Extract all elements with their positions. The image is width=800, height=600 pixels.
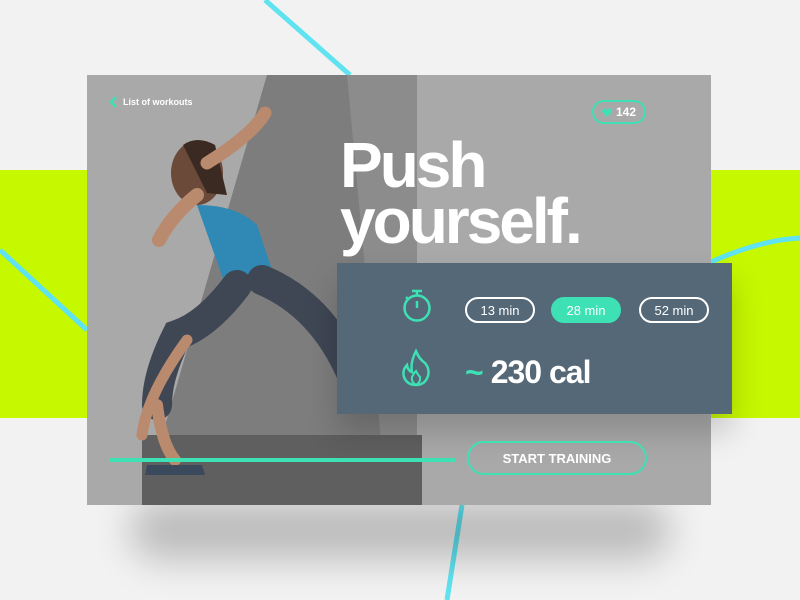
card-shadow (130, 500, 670, 560)
progress-line (109, 458, 455, 462)
title-line-2: yourself. (340, 185, 583, 257)
workout-card: List of workouts 142 Push yourself. 13 m… (87, 75, 732, 505)
back-link-label: List of workouts (123, 97, 193, 107)
workout-settings-panel: 13 min 28 min 52 min ~230 cal (337, 263, 732, 414)
calories-prefix: ~ (465, 354, 484, 390)
page-title: Push yourself. (340, 133, 583, 257)
likes-count: 142 (615, 105, 637, 119)
start-training-button[interactable]: START TRAINING (467, 441, 647, 475)
duration-option-2[interactable]: 28 min (551, 297, 621, 323)
heart-icon (602, 107, 612, 117)
stopwatch-icon (403, 289, 431, 322)
back-to-workouts-link[interactable]: List of workouts (109, 96, 193, 108)
likes-badge[interactable]: 142 (592, 100, 646, 124)
duration-option-3[interactable]: 52 min (639, 297, 709, 323)
calories-value: 230 cal (490, 354, 592, 390)
calories-estimate: ~230 cal (465, 354, 592, 391)
flame-icon (402, 349, 430, 387)
chevron-left-icon (109, 96, 117, 108)
duration-option-1[interactable]: 13 min (465, 297, 535, 323)
